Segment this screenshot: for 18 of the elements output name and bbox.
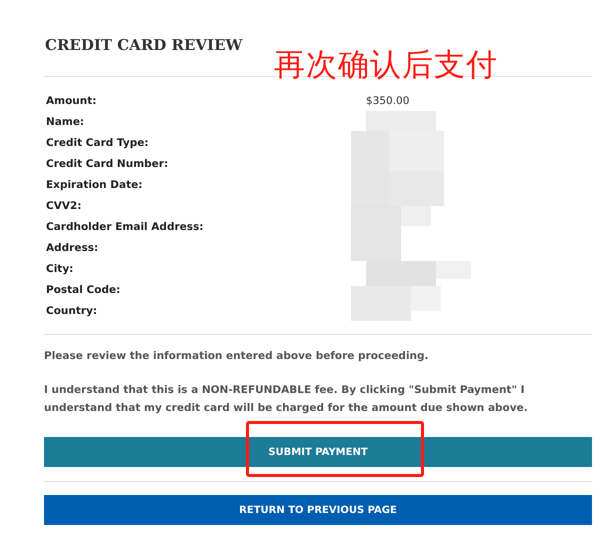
field-label: City: [46, 262, 74, 277]
notice-text: Please review the information entered above before proceeding. [44, 349, 430, 364]
field-label: Credit Card Number: [46, 157, 170, 172]
annotation-text: 再次确认后支付 [274, 46, 498, 85]
field-label: Credit Card Type: [46, 136, 150, 151]
page-title: CREDIT CARD REVIEW [45, 35, 244, 56]
field-label: CVV2: [46, 199, 82, 214]
field-label: Expiration Date: [46, 178, 144, 193]
field-label: Cardholder Email Address: [46, 220, 204, 235]
field-label: Postal Code: [46, 283, 122, 298]
field-label: Country: [46, 304, 98, 319]
field-label: Name: [46, 115, 86, 130]
notice-text: I understand that this is a NON-REFUNDABLE fee. By clicking "Submit Payment" I understand that my credit card will be charged for the amount due shown above. [44, 383, 529, 416]
field-value: $350.00 [366, 94, 410, 109]
field-label: Amount: [46, 94, 98, 109]
back-button[interactable]: RETURN TO PREVIOUS PAGE [44, 495, 592, 525]
submit-button[interactable]: SUBMIT PAYMENT [44, 437, 592, 467]
field-label: Address: [46, 241, 100, 256]
